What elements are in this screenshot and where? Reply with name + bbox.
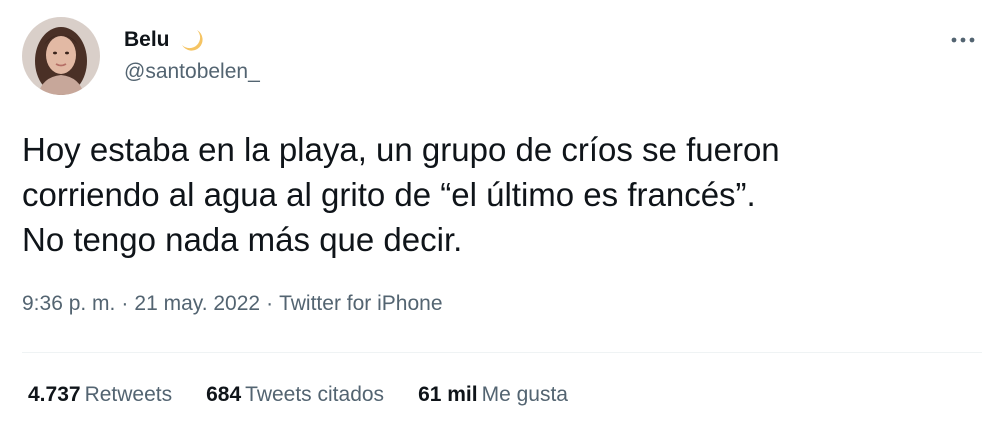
- meta-separator: ·: [266, 292, 274, 315]
- retweets-count: 4.737: [28, 383, 81, 406]
- divider: [22, 352, 982, 353]
- quotes-stat[interactable]: 684 Tweets citados: [206, 383, 384, 407]
- likes-count: 61 mil: [418, 383, 478, 406]
- tweet-date[interactable]: 21 may. 2022: [134, 292, 260, 315]
- likes-stat[interactable]: 61 mil Me gusta: [418, 383, 568, 407]
- quotes-label: Tweets citados: [245, 383, 385, 406]
- display-name[interactable]: Belu: [124, 28, 170, 52]
- tweet-card: Belu @santobelen_ Hoy estaba en la playa…: [0, 0, 1002, 436]
- tweet-text-line: No tengo nada más que decir.: [22, 221, 463, 258]
- avatar-image: [22, 17, 100, 95]
- tweet-source[interactable]: Twitter for iPhone: [279, 292, 442, 315]
- likes-label: Me gusta: [481, 383, 568, 406]
- more-options-icon[interactable]: [948, 30, 978, 50]
- tweet-time[interactable]: 9:36 p. m.: [22, 292, 115, 315]
- author-handle[interactable]: @santobelen_: [124, 60, 260, 84]
- tweet-text: Hoy estaba en la playa, un grupo de crío…: [22, 127, 972, 262]
- tweet-text-line: Hoy estaba en la playa, un grupo de crío…: [22, 131, 780, 168]
- retweets-stat[interactable]: 4.737 Retweets: [28, 383, 172, 407]
- author-name-row: Belu: [124, 26, 204, 54]
- tweet-stats: 4.737 Retweets 684 Tweets citados 61 mil Me…: [28, 383, 602, 407]
- retweets-label: Retweets: [84, 383, 173, 406]
- tweet-meta: 9:36 p. m. · 21 may. 2022 · Twitter for iPho…: [22, 292, 443, 316]
- avatar[interactable]: [22, 17, 100, 95]
- meta-separator: ·: [121, 292, 129, 315]
- quotes-count: 684: [206, 383, 242, 406]
- crescent-moon-icon: [178, 27, 204, 53]
- tweet-text-line: corriendo al agua al grito de “el último…: [22, 176, 756, 213]
